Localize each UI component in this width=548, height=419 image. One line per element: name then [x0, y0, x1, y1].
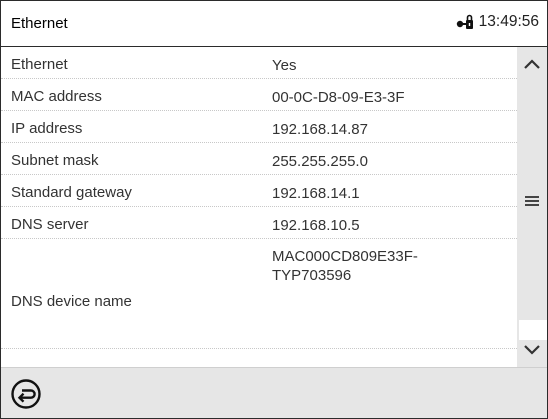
row-value: 192.168.14.87 — [272, 121, 368, 138]
status-area: 13:49:56 — [456, 13, 539, 31]
scroll-down-button[interactable] — [517, 335, 547, 365]
row-label: IP address — [11, 120, 83, 137]
row-value-line: MAC000CD809E33F- — [272, 248, 418, 265]
row-label: Ethernet — [11, 56, 68, 73]
back-button[interactable] — [9, 377, 43, 411]
lock-key-icon — [456, 14, 473, 29]
scrollbar-thumb[interactable] — [517, 189, 547, 213]
row-label: Standard gateway — [11, 184, 132, 201]
row-label: MAC address — [11, 88, 102, 105]
clock-time: 13:49:56 — [478, 13, 539, 30]
list-item[interactable]: Standard gateway 192.168.14.1 — [1, 175, 517, 207]
header-bar: Ethernet 13:49:56 — [1, 1, 547, 47]
scrollbar[interactable] — [517, 47, 547, 367]
list-item[interactable]: DNS server 192.168.10.5 — [1, 207, 517, 239]
back-arrow-icon — [11, 379, 41, 409]
row-label: Subnet mask — [11, 152, 99, 169]
list-item[interactable]: Subnet mask 255.255.255.0 — [1, 143, 517, 175]
chevron-up-icon — [524, 59, 540, 69]
hamburger-icon — [525, 196, 539, 206]
row-label: DNS server — [11, 216, 89, 233]
row-value: 255.255.255.0 — [272, 153, 368, 170]
row-value: Yes — [272, 57, 297, 74]
footer-bar — [1, 367, 547, 418]
row-value-line: TYP703596 — [272, 267, 352, 284]
list-item[interactable]: Ethernet Yes — [1, 47, 517, 79]
row-value: 192.168.10.5 — [272, 217, 360, 234]
list-item-partial[interactable] — [1, 349, 517, 367]
row-value: 00-0C-D8-09-E3-3F — [272, 89, 405, 106]
page-title: Ethernet — [11, 15, 68, 32]
row-value: MAC000CD809E33F- TYP703596 — [272, 247, 502, 285]
chevron-down-icon — [524, 345, 540, 355]
list-item[interactable]: IP address 192.168.14.87 — [1, 111, 517, 143]
ethernet-screen: Ethernet 13:49:56 Ethernet Yes MAC addre… — [0, 0, 548, 419]
list-item[interactable]: DNS device name MAC000CD809E33F- TYP7035… — [1, 239, 517, 349]
scroll-up-button[interactable] — [517, 49, 547, 79]
row-label: DNS device name — [11, 293, 132, 310]
settings-list: Ethernet Yes MAC address 00-0C-D8-09-E3-… — [1, 47, 517, 367]
list-item[interactable]: MAC address 00-0C-D8-09-E3-3F — [1, 79, 517, 111]
row-value: 192.168.14.1 — [272, 185, 360, 202]
